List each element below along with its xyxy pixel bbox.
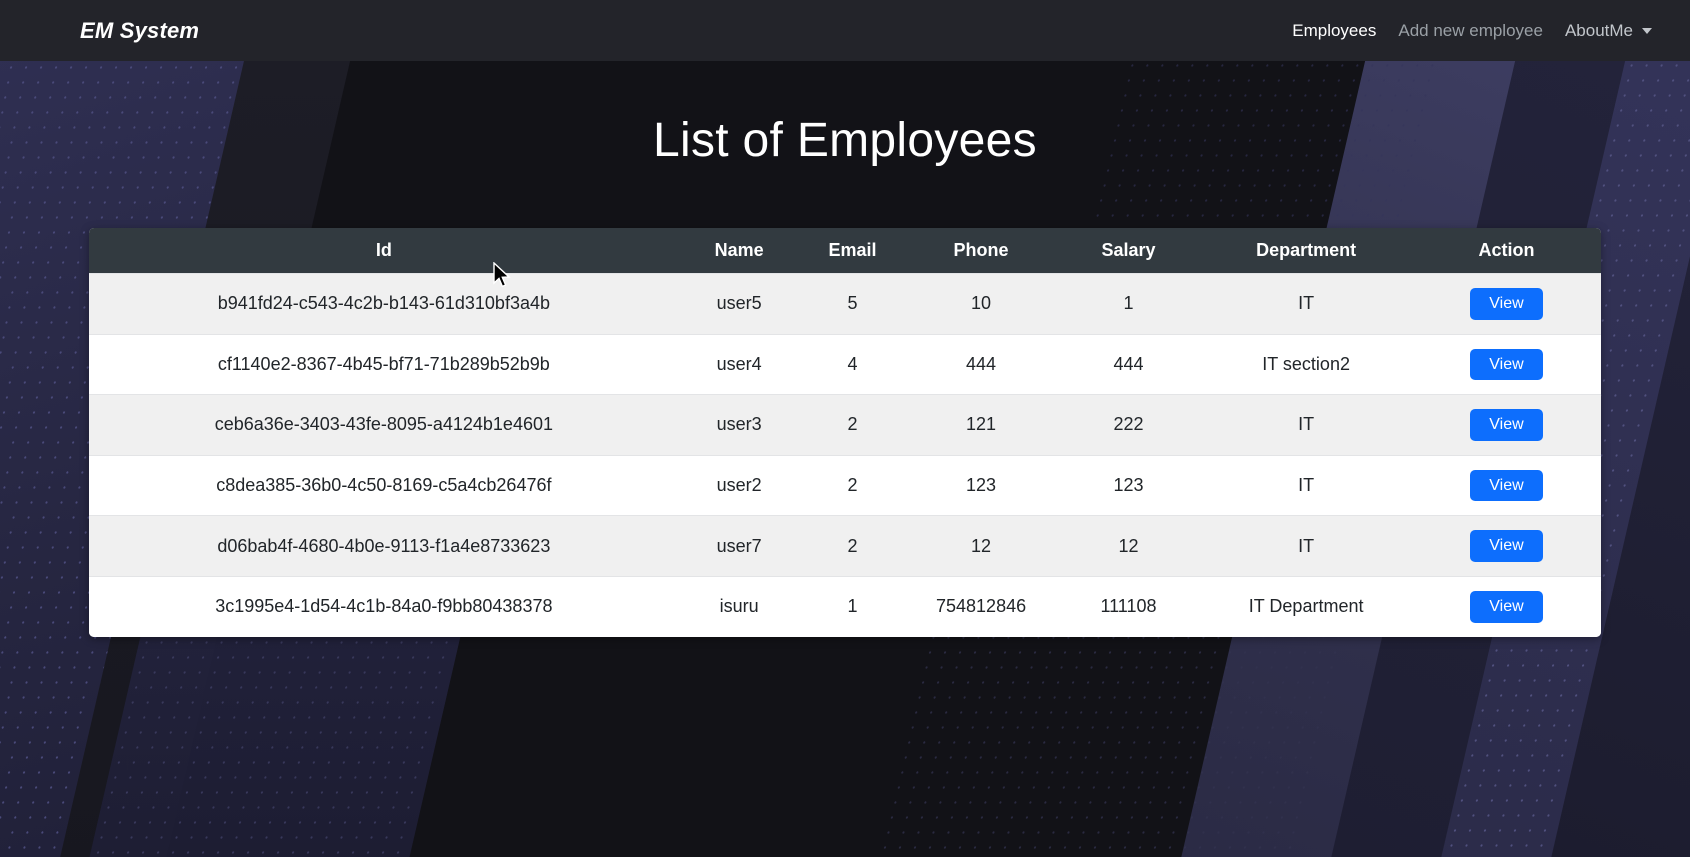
cell-id: cf1140e2-8367-4b45-bf71-71b289b52b9b [89, 333, 679, 395]
view-button[interactable]: View [1470, 469, 1543, 502]
main-content: List of Employees Id Name Email Phone Sa… [0, 61, 1690, 637]
table-row: 3c1995e4-1d54-4c1b-84a0-f9bb80438378 isur… [89, 575, 1601, 637]
cell-department: IT Department [1200, 575, 1412, 637]
page-root: EM System Employees Add new employee Abo… [0, 0, 1690, 857]
cell-id: d06bab4f-4680-4b0e-9113-f1a4e8733623 [89, 515, 679, 577]
page-title: List of Employees [653, 114, 1037, 167]
table-head: Id Name Email Phone Salary Department Ac… [89, 228, 1601, 274]
view-button[interactable]: View [1470, 409, 1543, 441]
navbar: EM System Employees Add new employee Abo… [0, 0, 1690, 61]
table-row: c8dea385-36b0-4c50-8169-c5a4cb26476f user… [89, 454, 1601, 516]
cell-phone: 121 [905, 394, 1057, 456]
cell-email: 5 [799, 273, 906, 335]
cell-phone: 10 [905, 273, 1057, 335]
cell-id: b941fd24-c543-4c2b-b143-61d310bf3a4b [89, 273, 679, 335]
cell-salary: 111108 [1056, 575, 1201, 637]
employees-table: Id Name Email Phone Salary Department Ac… [89, 228, 1601, 637]
bg-shape-lower-dotted-2 [865, 600, 1355, 857]
chevron-down-icon [1642, 27, 1652, 34]
column-header-id[interactable]: Id [89, 228, 679, 274]
column-header-name[interactable]: Name [679, 228, 800, 274]
view-button[interactable]: View [1470, 288, 1543, 320]
cell-phone: 12 [905, 515, 1057, 577]
employees-table-container: Id Name Email Phone Salary Department Ac… [89, 228, 1601, 637]
column-header-salary[interactable]: Salary [1057, 228, 1201, 274]
table-body: b941fd24-c543-4c2b-b143-61d310bf3a4b user… [89, 273, 1601, 637]
cell-salary: 1 [1056, 273, 1201, 335]
table-row: ceb6a36e-3403-43fe-8095-a4124b1e4601 user… [89, 394, 1601, 456]
cell-email: 2 [799, 515, 906, 577]
cell-id: ceb6a36e-3403-43fe-8095-a4124b1e4601 [89, 394, 679, 456]
nav-dropdown-aboutme[interactable]: AboutMe [1565, 21, 1652, 41]
cell-department: IT [1200, 454, 1412, 516]
cell-salary: 12 [1056, 515, 1201, 577]
cell-department: IT [1200, 394, 1412, 456]
column-header-email[interactable]: Email [800, 228, 906, 274]
cell-name: user5 [678, 273, 800, 335]
cell-name: user3 [678, 394, 800, 456]
nav-links: Employees Add new employee AboutMe [1292, 21, 1652, 41]
view-button[interactable]: View [1470, 348, 1543, 381]
cell-action: View [1411, 454, 1601, 516]
cell-action: View [1411, 515, 1601, 577]
cell-department: IT [1200, 273, 1412, 335]
cell-salary: 123 [1056, 454, 1201, 516]
table-row: cf1140e2-8367-4b45-bf71-71b289b52b9b user… [89, 333, 1601, 395]
cell-department: IT section2 [1200, 333, 1412, 395]
cell-id: 3c1995e4-1d54-4c1b-84a0-f9bb80438378 [89, 575, 679, 637]
column-header-department[interactable]: Department [1200, 228, 1412, 274]
cell-salary: 444 [1056, 333, 1201, 395]
cell-name: isuru [678, 575, 800, 637]
cell-action: View [1411, 333, 1601, 395]
nav-link-employees[interactable]: Employees [1292, 21, 1376, 41]
table-row: b941fd24-c543-4c2b-b143-61d310bf3a4b user… [89, 273, 1601, 335]
column-header-action: Action [1478, 240, 1535, 260]
cell-id: c8dea385-36b0-4c50-8169-c5a4cb26476f [89, 454, 679, 516]
nav-dropdown-label: AboutMe [1564, 20, 1633, 40]
cell-phone: 754812846 [905, 575, 1057, 637]
cell-name: user7 [678, 515, 800, 577]
nav-link-add-new-employee[interactable]: Add new employee [1398, 21, 1543, 41]
column-header-phone[interactable]: Phone [905, 228, 1056, 274]
cell-email: 2 [799, 454, 906, 516]
cell-salary: 222 [1056, 394, 1201, 456]
cell-phone: 444 [905, 333, 1057, 395]
cell-name: user2 [678, 454, 800, 516]
view-button[interactable]: View [1470, 530, 1543, 562]
cell-department: IT [1200, 515, 1412, 577]
table-header-row: Id Name Email Phone Salary Department Ac… [89, 228, 1601, 274]
table-row: d06bab4f-4680-4b0e-9113-f1a4e8733623 user… [89, 515, 1601, 577]
cell-action: View [1411, 575, 1601, 637]
cell-email: 1 [799, 575, 906, 637]
cell-email: 4 [799, 333, 906, 395]
cell-email: 2 [799, 394, 906, 456]
cell-action: View [1411, 394, 1601, 456]
cell-phone: 123 [905, 454, 1057, 516]
brand-logo[interactable]: EM System [80, 18, 199, 44]
view-button[interactable]: View [1470, 590, 1543, 623]
cell-name: user4 [678, 333, 800, 395]
cell-action: View [1411, 273, 1601, 335]
